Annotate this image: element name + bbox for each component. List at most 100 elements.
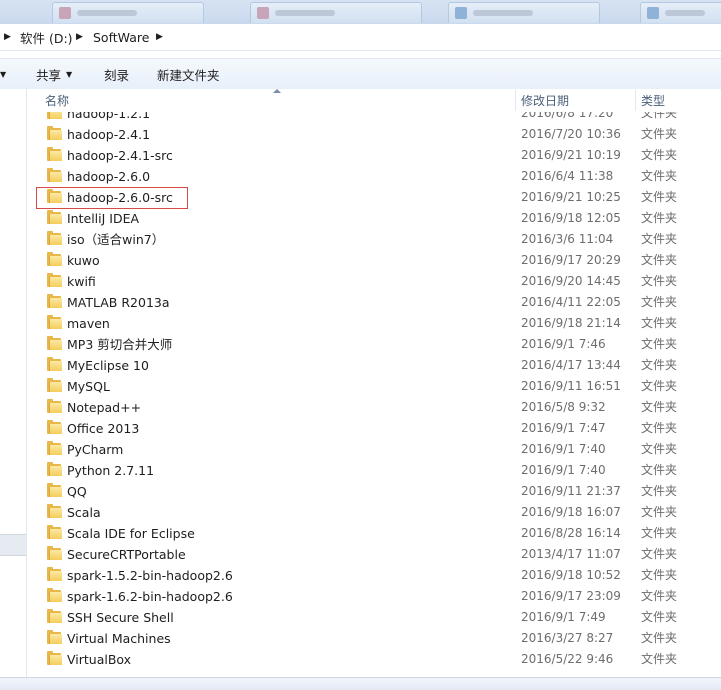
file-modified-date: 2016/9/18 16:07 (521, 505, 621, 519)
file-row[interactable]: Office 2013 2016/9/1 7:47 文件夹 (27, 418, 721, 439)
column-header-type-label: 类型 (641, 94, 666, 108)
file-name: Scala (67, 505, 101, 520)
file-row[interactable]: SSH Secure Shell 2016/9/1 7:49 文件夹 (27, 607, 721, 628)
navigation-selected-item[interactable] (0, 534, 26, 556)
folder-icon (47, 357, 62, 371)
file-type: 文件夹 (641, 484, 678, 498)
chevron-right-icon[interactable]: ▶ (156, 24, 163, 50)
file-row[interactable]: spark-1.5.2-bin-hadoop2.6 2016/9/18 10:52… (27, 565, 721, 586)
file-name: hadoop-2.6.0 (67, 169, 151, 184)
folder-icon (47, 252, 62, 266)
file-row[interactable]: maven 2016/9/18 21:14 文件夹 (27, 313, 721, 334)
new-folder-button[interactable]: 新建文件夹 (157, 59, 220, 89)
file-modified-date: 2016/6/4 11:38 (521, 169, 614, 183)
column-divider[interactable] (515, 90, 516, 111)
file-modified-date: 2016/4/11 22:05 (521, 295, 621, 309)
command-toolbar: ▼ 共享 ▼ 刻录 新建文件夹 (0, 58, 721, 90)
column-header-modified-label: 修改日期 (521, 94, 570, 108)
folder-icon (47, 273, 62, 287)
column-header-modified[interactable]: 修改日期 (521, 89, 635, 112)
file-name: iso（适合win7） (67, 232, 165, 247)
file-row[interactable]: Python 2.7.11 2016/9/1 7:40 文件夹 (27, 460, 721, 481)
folder-icon (47, 462, 62, 476)
browser-tab[interactable] (52, 2, 204, 23)
file-row[interactable]: iso（适合win7） 2016/3/6 11:04 文件夹 (27, 229, 721, 250)
column-header-name[interactable]: 名称 (45, 89, 515, 112)
file-type: 文件夹 (641, 274, 678, 288)
file-modified-date: 2016/9/17 23:09 (521, 589, 621, 603)
file-row[interactable]: Notepad++ 2016/5/8 9:32 文件夹 (27, 397, 721, 418)
column-divider[interactable] (635, 90, 636, 111)
file-name: PyCharm (67, 442, 124, 457)
file-name: SSH Secure Shell (67, 610, 174, 625)
file-row[interactable]: IntelliJ IDEA 2016/9/18 12:05 文件夹 (27, 208, 721, 229)
navigation-pane[interactable] (0, 89, 27, 677)
file-row[interactable]: kuwo 2016/9/17 20:29 文件夹 (27, 250, 721, 271)
file-name: MATLAB R2013a (67, 295, 170, 310)
file-row[interactable]: PyCharm 2016/9/1 7:40 文件夹 (27, 439, 721, 460)
file-type: 文件夹 (641, 379, 678, 393)
file-row[interactable]: kwifi 2016/9/20 14:45 文件夹 (27, 271, 721, 292)
column-header-type[interactable]: 类型 (641, 89, 721, 112)
file-row[interactable]: spark-1.6.2-bin-hadoop2.6 2016/9/17 23:09… (27, 586, 721, 607)
address-bar[interactable]: ▶ 软件 (D:) ▶ SoftWare ▶ (0, 24, 721, 51)
folder-icon (47, 420, 62, 434)
file-modified-date: 2016/3/27 8:27 (521, 631, 614, 645)
burn-button[interactable]: 刻录 (104, 59, 129, 89)
file-row[interactable]: VirtualBox 2016/5/22 9:46 文件夹 (27, 649, 721, 670)
file-row[interactable]: hadoop-1.2.1 2016/6/8 17:20 文件夹 (27, 112, 721, 124)
file-modified-date: 2016/9/1 7:46 (521, 337, 606, 351)
breadcrumb-folder[interactable]: SoftWare (93, 24, 149, 50)
tab-favicon (59, 7, 71, 19)
file-modified-date: 2013/4/17 11:07 (521, 547, 621, 561)
file-type: 文件夹 (641, 526, 678, 540)
file-type: 文件夹 (641, 631, 678, 645)
file-name: VirtualBox (67, 652, 132, 667)
file-name: Virtual Machines (67, 631, 171, 646)
browser-tab[interactable] (250, 2, 422, 23)
folder-icon (47, 231, 62, 245)
file-modified-date: 2016/9/1 7:40 (521, 442, 606, 456)
chevron-down-icon[interactable]: ▼ (0, 59, 6, 89)
file-row[interactable]: hadoop-2.6.0 2016/6/4 11:38 文件夹 (27, 166, 721, 187)
folder-icon (47, 651, 62, 665)
chevron-right-icon[interactable]: ▶ (76, 24, 83, 50)
file-type: 文件夹 (641, 232, 678, 246)
chevron-right-icon[interactable]: ▶ (4, 24, 11, 50)
browser-tab[interactable] (448, 2, 600, 23)
folder-icon (47, 336, 62, 350)
file-type: 文件夹 (641, 568, 678, 582)
breadcrumb-drive-label: 软件 (D:) (20, 30, 73, 46)
breadcrumb-drive[interactable]: 软件 (D:) (20, 24, 73, 50)
file-type: 文件夹 (641, 358, 678, 372)
file-row[interactable]: SecureCRTPortable 2013/4/17 11:07 文件夹 (27, 544, 721, 565)
file-name: MyEclipse 10 (67, 358, 149, 373)
file-row[interactable]: hadoop-2.6.0-src 2016/9/21 10:25 文件夹 (27, 187, 721, 208)
file-row[interactable]: MyEclipse 10 2016/4/17 13:44 文件夹 (27, 355, 721, 376)
folder-icon (47, 210, 62, 224)
file-row[interactable]: QQ 2016/9/11 21:37 文件夹 (27, 481, 721, 502)
file-row[interactable]: Scala 2016/9/18 16:07 文件夹 (27, 502, 721, 523)
file-row[interactable]: hadoop-2.4.1 2016/7/20 10:36 文件夹 (27, 124, 721, 145)
file-type: 文件夹 (641, 295, 678, 309)
file-name: MySQL (67, 379, 110, 394)
file-modified-date: 2016/8/28 16:14 (521, 526, 621, 540)
file-modified-date: 2016/5/22 9:46 (521, 652, 614, 666)
file-row[interactable]: hadoop-2.4.1-src 2016/9/21 10:19 文件夹 (27, 145, 721, 166)
file-modified-date: 2016/9/18 21:14 (521, 316, 621, 330)
file-name: kwifi (67, 274, 96, 289)
browser-tab[interactable] (640, 2, 721, 23)
file-name: SecureCRTPortable (67, 547, 186, 562)
file-row[interactable]: MP3 剪切合并大师 2016/9/1 7:46 文件夹 (27, 334, 721, 355)
file-row[interactable]: MySQL 2016/9/11 16:51 文件夹 (27, 376, 721, 397)
file-row[interactable]: Scala IDE for Eclipse 2016/8/28 16:14 文件夹 (27, 523, 721, 544)
folder-icon (47, 112, 62, 119)
file-row[interactable]: Virtual Machines 2016/3/27 8:27 文件夹 (27, 628, 721, 649)
file-list[interactable]: hadoop-1.2.1 2016/6/8 17:20 文件夹 hadoop-2.4.… (27, 112, 721, 677)
folder-icon (47, 504, 62, 518)
folder-icon (47, 399, 62, 413)
breadcrumb-folder-label: SoftWare (93, 29, 150, 45)
file-row[interactable]: MATLAB R2013a 2016/4/11 22:05 文件夹 (27, 292, 721, 313)
chevron-down-icon: ▼ (66, 69, 73, 79)
share-button[interactable]: 共享 ▼ (36, 59, 72, 89)
